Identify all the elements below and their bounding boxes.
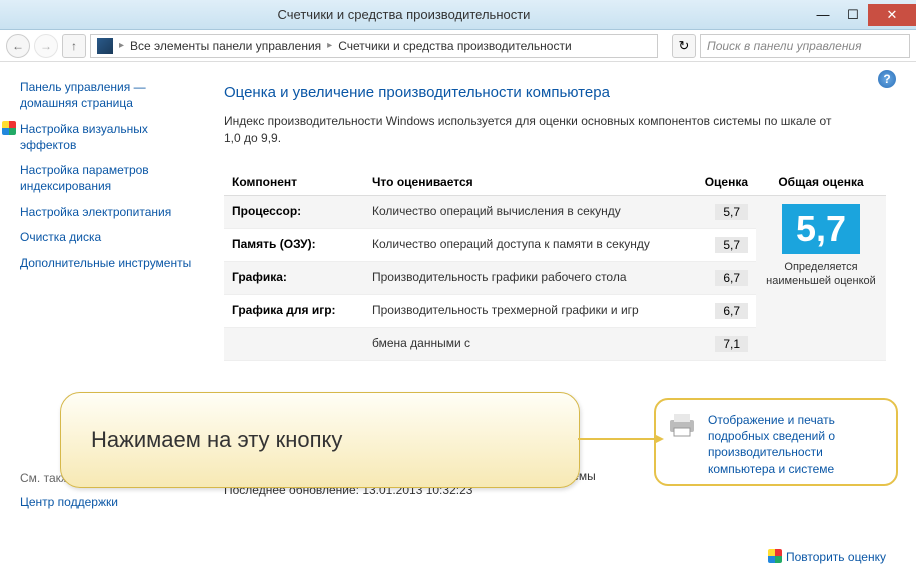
shield-icon	[2, 121, 16, 135]
cell-desc: Количество операций вычисления в секунду	[364, 195, 696, 228]
sidebar-link-power[interactable]: Настройка электропитания	[20, 205, 200, 221]
address-bar: ← → ↑ ▸ Все элементы панели управления ▸…	[0, 30, 916, 62]
printer-icon	[666, 412, 698, 438]
maximize-button[interactable]: ☐	[838, 4, 868, 26]
search-placeholder: Поиск в панели управления	[707, 39, 862, 53]
titlebar: Счетчики и средства производительности —…	[0, 0, 916, 30]
col-what: Что оценивается	[364, 169, 696, 196]
sidebar-link-support[interactable]: Центр поддержки	[20, 495, 200, 511]
score-table: Компонент Что оценивается Оценка Общая о…	[224, 169, 886, 361]
window-title: Счетчики и средства производительности	[0, 7, 808, 22]
cell-component: Графика для игр:	[224, 294, 364, 327]
intro-text: Индекс производительности Windows исполь…	[224, 113, 844, 147]
cell-desc: Производительность трехмерной графики и …	[364, 294, 696, 327]
cell-desc: Количество операций доступа к памяти в с…	[364, 228, 696, 261]
main-area: Панель управления — домашняя страница На…	[0, 62, 916, 584]
sidebar-link-indexing[interactable]: Настройка параметров индексирования	[20, 163, 200, 194]
breadcrumb-root[interactable]: Все элементы панели управления	[130, 39, 321, 53]
cell-score: 6,7	[696, 294, 756, 327]
col-component: Компонент	[224, 169, 364, 196]
cell-score: 7,1	[696, 327, 756, 360]
sidebar-link-label: Настройка визуальных эффектов	[20, 122, 148, 152]
back-button[interactable]: ←	[6, 34, 30, 58]
cell-score: 6,7	[696, 261, 756, 294]
refresh-button[interactable]: ↻	[672, 34, 696, 58]
print-details-box[interactable]: Отображение и печать подробных сведений …	[654, 398, 898, 486]
col-score: Оценка	[696, 169, 756, 196]
shield-icon	[768, 549, 782, 563]
callout-arrow	[578, 438, 662, 440]
sidebar-link-visual-effects[interactable]: Настройка визуальных эффектов	[20, 121, 200, 153]
repeat-label: Повторить оценку	[786, 550, 886, 564]
table-row: Процессор: Количество операций вычислени…	[224, 195, 886, 228]
sidebar-home-link[interactable]: Панель управления — домашняя страница	[20, 80, 200, 111]
forward-button[interactable]: →	[34, 34, 58, 58]
cell-desc: бмена данными с	[364, 327, 696, 360]
window-controls: — ☐ ✕	[808, 4, 916, 26]
cell-desc: Производительность графики рабочего стол…	[364, 261, 696, 294]
cell-component: Графика:	[224, 261, 364, 294]
cell-score: 5,7	[696, 228, 756, 261]
breadcrumb-current[interactable]: Счетчики и средства производительности	[338, 39, 571, 53]
cell-component: Память (ОЗУ):	[224, 228, 364, 261]
annotation-callout: Нажимаем на эту кнопку	[60, 392, 580, 488]
chevron-right-icon: ▸	[327, 40, 332, 51]
close-button[interactable]: ✕	[868, 4, 916, 26]
cell-component: Процессор:	[224, 195, 364, 228]
search-input[interactable]: Поиск в панели управления	[700, 34, 910, 58]
page-heading: Оценка и увеличение производительности к…	[224, 84, 886, 101]
chevron-right-icon: ▸	[119, 40, 124, 51]
sidebar-link-advanced-tools[interactable]: Дополнительные инструменты	[20, 256, 200, 272]
overall-score-cell: 5,7 Определяется наименьшей оценкой	[756, 195, 886, 360]
callout-text: Нажимаем на эту кнопку	[91, 427, 342, 453]
cell-score: 5,7	[696, 195, 756, 228]
control-panel-icon	[97, 38, 113, 54]
minimize-button[interactable]: —	[808, 4, 838, 26]
sidebar-link-disk-cleanup[interactable]: Очистка диска	[20, 230, 200, 246]
up-button[interactable]: ↑	[62, 34, 86, 58]
print-details-link[interactable]: Отображение и печать подробных сведений …	[708, 412, 886, 474]
col-overall: Общая оценка	[756, 169, 886, 196]
content-pane: Оценка и увеличение производительности к…	[210, 62, 916, 584]
overall-score-note: Определяется наименьшей оценкой	[764, 260, 878, 289]
repeat-assessment-link[interactable]: Повторить оценку	[768, 549, 886, 564]
breadcrumb[interactable]: ▸ Все элементы панели управления ▸ Счетч…	[90, 34, 658, 58]
cell-component	[224, 327, 364, 360]
overall-score-badge: 5,7	[782, 204, 860, 254]
sidebar: Панель управления — домашняя страница На…	[0, 62, 210, 584]
